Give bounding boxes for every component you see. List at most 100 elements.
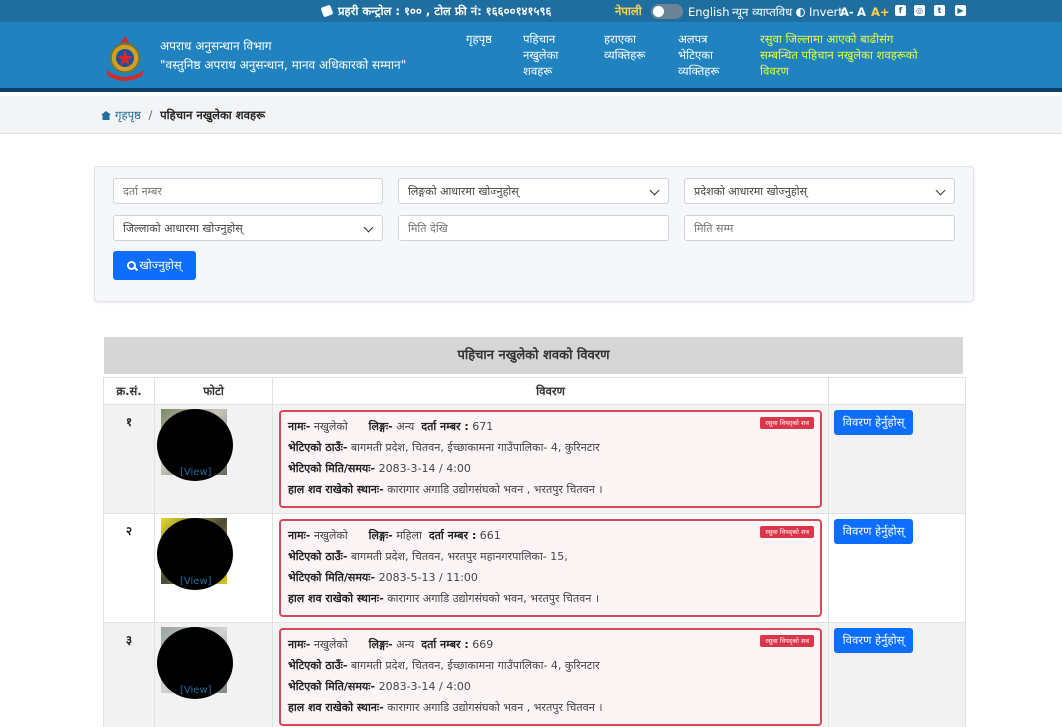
body-location-value: कारागार अगाडि उद्योगसंघको भवन, भरतपुर चि… <box>387 592 599 605</box>
nav-missing-persons[interactable]: हराएका व्यक्तिहरू <box>604 31 645 63</box>
reg-no-value: 669 <box>472 638 494 651</box>
found-datetime-value: 2083-5-13 / 11:00 <box>378 571 478 584</box>
language-nepali[interactable]: नेपाली <box>615 4 642 19</box>
search-panel: दर्ता नम्बर लिङ्गको आधारमा खोज्नुहोस् प्… <box>94 166 974 302</box>
view-photo-link[interactable]: [View] <box>180 467 212 478</box>
date-from-input[interactable]: मिति देखि <box>398 215 669 241</box>
gender-value: अन्य <box>396 420 415 433</box>
name-label: नामः- <box>288 638 311 651</box>
found-datetime-label: भेटिएको मिति/समयः- <box>288 680 376 693</box>
nav-home[interactable]: गृहपृष्ठ <box>466 31 492 47</box>
name-label: नामः- <box>288 420 311 433</box>
results-table: क्र.सं. फोटो विवरण १ [View] रसुवा विपद्क… <box>103 377 966 727</box>
gender-label: लिङ्गः- <box>368 420 393 433</box>
chevron-down-icon <box>363 222 374 233</box>
photo-cell: [View] <box>154 404 273 514</box>
nav-label: नखुलेका <box>523 48 559 62</box>
nav-label: शवहरू <box>523 64 553 78</box>
view-details-button[interactable]: विवरण हेर्नुहोस् <box>834 519 913 544</box>
instagram-icon[interactable]: ◎ <box>914 5 925 16</box>
invert-button[interactable]: Invert <box>796 5 843 19</box>
found-datetime-value: 2083-3-14 / 4:00 <box>378 680 471 693</box>
font-increase-button[interactable]: A+ <box>871 5 890 19</box>
found-datetime-value: 2083-3-14 / 4:00 <box>378 462 471 475</box>
column-header-photo: फोटो <box>154 377 273 405</box>
gender-select[interactable]: लिङ्गको आधारमा खोज्नुहोस् <box>398 178 669 204</box>
gender-label: लिङ्गः- <box>368 529 393 542</box>
found-place-value: बागमती प्रदेश, चितवन, ईच्छाकामना गाउँपाल… <box>350 441 600 454</box>
column-header-sn: क्र.सं. <box>103 377 155 405</box>
serial-number: १ <box>103 404 155 514</box>
rasuwa-disaster-badge: रसुवा विपद्को शव <box>760 526 814 538</box>
body-photo[interactable] <box>157 518 233 590</box>
rasuwa-disaster-badge: रसुवा विपद्को शव <box>760 635 814 647</box>
phone-icon <box>320 4 334 18</box>
details-cell: रसुवा विपद्को शव नामः- नखुलेको लिङ्गः- अ… <box>272 622 829 727</box>
date-to-input[interactable]: मिति सम्म <box>684 215 955 241</box>
table-row: ३ [View] रसुवा विपद्को शव नामः- नखुलेको … <box>103 622 966 727</box>
name-value: नखुलेको <box>313 420 348 433</box>
chevron-down-icon <box>649 185 660 196</box>
found-place-label: भेटिएको ठाउँः- <box>288 659 348 672</box>
reg-no-value: 671 <box>472 420 494 433</box>
youtube-icon[interactable]: ▶ <box>955 5 966 16</box>
contact-info: प्रहरी कन्ट्रोल : १०० , टोल फ्री नं: १६६… <box>320 4 551 19</box>
table-row: २ [View] रसुवा विपद्को शव नामः- नखुलेको … <box>103 513 966 623</box>
body-photo[interactable] <box>157 627 233 699</box>
organization-title: अपराध अनुसन्धान विभाग "वस्तुनिष्ठ अपराध … <box>160 37 406 75</box>
breadcrumb: गृहपृष्ठ / पहिचान नखुलेका शवहरू <box>101 108 265 123</box>
police-emblem-logo[interactable] <box>100 34 150 84</box>
language-toggle[interactable] <box>651 4 683 19</box>
action-cell: विवरण हेर्नुहोस् <box>828 404 966 514</box>
twitter-icon[interactable]: t <box>934 5 945 16</box>
chevron-down-icon <box>935 185 946 196</box>
nav-label: व्यक्तिहरू <box>604 48 646 62</box>
body-location-value: कारागार अगाडि उद्योगसंघको भवन , भरतपुर च… <box>387 483 603 496</box>
found-place-label: भेटिएको ठाउँः- <box>288 550 348 563</box>
name-value: नखुलेको <box>313 529 348 542</box>
province-select[interactable]: प्रदेशको आधारमा खोज्नुहोस् <box>684 178 955 204</box>
view-details-button[interactable]: विवरण हेर्नुहोस् <box>834 628 913 653</box>
view-details-button[interactable]: विवरण हेर्नुहोस् <box>834 410 913 435</box>
search-button[interactable]: खोज्नुहोस् <box>113 251 196 280</box>
nav-rasuwa-flood-bodies[interactable]: रसुवा जिल्लामा आएको बाढीसंग सम्बन्धित पह… <box>760 31 918 79</box>
detail-card: रसुवा विपद्को शव नामः- नखुलेको लिङ्गः- अ… <box>279 628 822 726</box>
nav-abandoned-persons[interactable]: अलपत्र भेटिएका व्यक्तिहरू <box>678 31 719 79</box>
breadcrumb-home[interactable]: गृहपृष्ठ <box>101 108 141 122</box>
gender-label: लिङ्गः- <box>368 638 393 651</box>
photo-cell: [View] <box>154 622 273 727</box>
photo-cell: [View] <box>154 513 273 623</box>
found-place-value: बागमती प्रदेश, चितवन, भरतपुर महानगरपालिक… <box>350 550 568 563</box>
font-normal-button[interactable]: A <box>857 5 866 19</box>
nav-label: अलपत्र <box>678 32 708 46</box>
invert-icon <box>796 8 805 17</box>
table-title: पहिचान नखुलेको शवको विवरण <box>104 337 963 374</box>
body-location-label: हाल शव राखेको स्थानः- <box>288 592 384 605</box>
body-location-value: कारागार अगाडि उद्योगसंघको भवन , भरतपुर च… <box>387 701 603 714</box>
name-value: नखुलेको <box>313 638 348 651</box>
serial-number: ३ <box>103 622 155 727</box>
nav-label: व्यक्तिहरू <box>678 64 720 78</box>
body-location-label: हाल शव राखेको स्थानः- <box>288 701 384 714</box>
invert-label: Invert <box>809 5 843 19</box>
registration-number-input[interactable]: दर्ता नम्बर <box>113 178 383 204</box>
nav-unidentified-bodies[interactable]: पहिचान नखुलेका शवहरू <box>523 31 558 79</box>
view-photo-link[interactable]: [View] <box>180 685 212 696</box>
reg-no-label: दर्ता नम्बर : <box>421 420 469 433</box>
column-header-details: विवरण <box>272 377 829 405</box>
found-place-value: बागमती प्रदेश, चितवन, ईच्छाकामना गाउँपाल… <box>350 659 600 672</box>
table-row: १ [View] रसुवा विपद्को शव नामः- नखुलेको … <box>103 404 966 514</box>
breadcrumb-current: पहिचान नखुलेका शवहरू <box>160 108 266 122</box>
column-header-action <box>828 377 966 405</box>
facebook-icon[interactable]: f <box>895 5 906 16</box>
nav-label: हराएका <box>604 32 636 46</box>
detail-card: रसुवा विपद्को शव नामः- नखुलेको लिङ्गः- अ… <box>279 410 822 508</box>
view-photo-link[interactable]: [View] <box>180 576 212 587</box>
minimal-view-link[interactable]: न्यून व्याप्तविध <box>732 5 792 20</box>
detail-card: रसुवा विपद्को शव नामः- नखुलेको लिङ्गः- म… <box>279 519 822 617</box>
body-photo[interactable] <box>157 409 233 481</box>
language-english[interactable]: English <box>688 5 730 19</box>
reg-no-label: दर्ता नम्बर : <box>428 529 477 542</box>
district-select[interactable]: जिल्लाको आधारमा खोज्नुहोस् <box>113 215 383 241</box>
font-decrease-button[interactable]: A- <box>840 5 854 19</box>
